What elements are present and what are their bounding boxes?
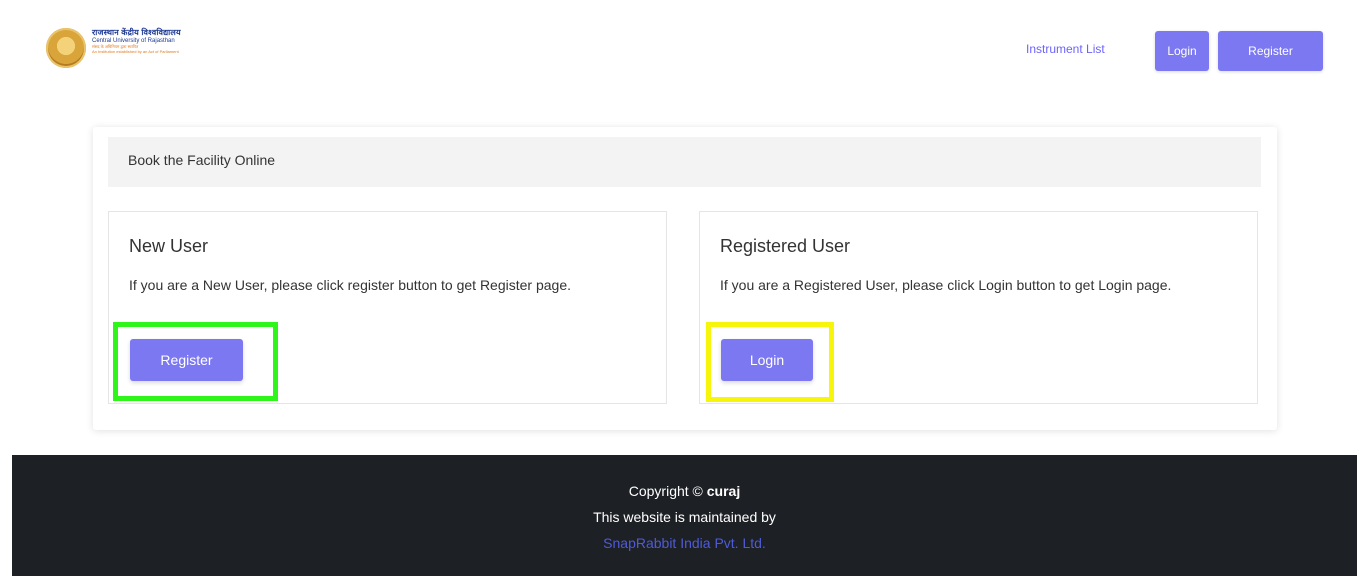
registered-user-title: Registered User bbox=[720, 236, 851, 256]
logo-line-hindi: राजस्थान केंद्रीय विश्वविद्यालय bbox=[92, 28, 181, 37]
new-user-description: If you are a New User, please click regi… bbox=[129, 277, 572, 293]
new-user-title: New User bbox=[129, 236, 209, 256]
login-highlight-box bbox=[706, 322, 834, 402]
registered-user-description: If you are a Registered User, please cli… bbox=[720, 277, 1172, 293]
company-link[interactable]: SnapRabbit India Pvt. Ltd. bbox=[12, 535, 1357, 551]
logo-text: राजस्थान केंद्रीय विश्वविद्यालय Central … bbox=[92, 29, 181, 54]
register-highlight-box bbox=[113, 322, 278, 401]
instrument-list-link[interactable]: Instrument List bbox=[1026, 42, 1105, 56]
maintained-by-text: This website is maintained by bbox=[593, 509, 776, 525]
site-footer: Copyright © curaj This website is mainta… bbox=[12, 455, 1357, 576]
university-logo[interactable]: राजस्थान केंद्रीय विश्वविद्यालय Central … bbox=[46, 28, 181, 68]
copyright-owner: curaj bbox=[706, 483, 741, 499]
logo-line-tagline-english: An Institution established by an Act of … bbox=[92, 49, 179, 54]
copyright-text: Copyright © curaj bbox=[12, 483, 1357, 499]
header-register-button[interactable]: Register bbox=[1218, 31, 1323, 71]
card-header: Book the Facility Online bbox=[108, 137, 1261, 187]
site-header: राजस्थान केंद्रीय विश्वविद्यालय Central … bbox=[0, 0, 1357, 100]
university-seal-icon bbox=[46, 28, 86, 68]
copyright-prefix: Copyright © bbox=[628, 483, 707, 499]
header-login-button[interactable]: Login bbox=[1155, 31, 1209, 71]
card-title: Book the Facility Online bbox=[128, 152, 276, 168]
